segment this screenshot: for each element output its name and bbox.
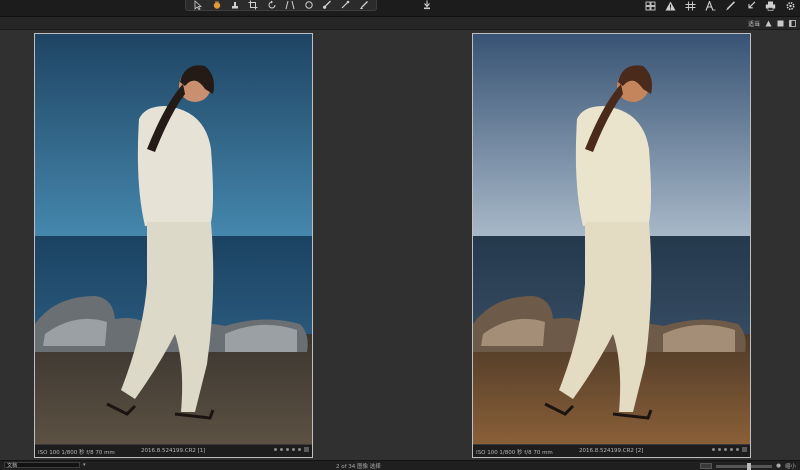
chevron-down-icon[interactable]: ▾ [83,462,86,468]
pen-button[interactable] [720,0,740,11]
left-photo-caption: ISO 100 1/800 秒 f/8 70 mm 2016.8.524199.… [35,444,312,457]
file-name: 2016.8.524199.CR2 [1] [141,448,206,454]
panel-icon [789,19,796,27]
settings-button[interactable] [780,0,800,11]
right-toolbar [640,0,800,11]
fit-label[interactable]: 适当 [748,19,760,28]
keystone-icon [285,0,295,10]
grid-view-button[interactable] [640,0,660,11]
right-photo-panel[interactable]: ISO 100 1/800 秒 f/8 70 mm 2016.8.524199.… [472,33,751,458]
compress-icon [747,0,755,8]
rating-dots[interactable] [274,447,309,452]
file-name: 2016.8.524199.CR2 [2] [579,448,644,454]
exif-info: ISO 100 1/800 秒 f/8 70 mm [38,450,115,456]
panel-toggle[interactable] [789,19,796,27]
settings-icon [785,1,795,10]
cursor-tool-group [185,0,377,11]
grid-icon [685,1,695,10]
hand-tool[interactable] [210,0,224,10]
eyedropper-icon [341,0,350,9]
rating-dots[interactable] [712,447,747,452]
keystone-tool[interactable] [283,0,297,10]
right-photo [473,34,750,445]
warning-icon [665,1,675,10]
rotate-tool[interactable] [265,0,279,10]
grid-button[interactable] [680,0,700,11]
import-button[interactable] [421,0,433,11]
zoom-slider[interactable] [716,462,773,470]
brush-tool[interactable] [320,0,334,10]
viewer-subbar: 适当 [0,17,800,30]
print-button[interactable] [760,0,780,11]
eraser-icon [359,1,368,9]
square-icon [777,20,784,26]
main-toolbar [0,0,800,17]
left-photo-panel[interactable]: ISO 100 1/800 秒 f/8 70 mm 2016.8.524199.… [34,33,313,458]
stamp-tool[interactable] [228,0,242,10]
eyedropper-tool[interactable] [338,0,352,10]
left-photo [35,34,312,445]
text-icon [704,0,715,11]
overlay-toggle[interactable] [777,20,784,27]
rotate-icon [268,0,276,9]
exif-info: ISO 100 1/800 秒 f/8 70 mm [476,450,553,456]
crop-icon [248,0,258,10]
pen-icon [725,0,735,10]
brush-icon [322,0,331,9]
warning-button[interactable] [660,0,680,11]
text-button[interactable] [700,0,720,11]
cursor-icon [194,0,203,10]
print-icon [765,1,775,11]
zoom-knob[interactable] [747,462,752,470]
zoom-icon[interactable]: ● [776,463,781,469]
warning-small-icon [765,20,772,26]
hand-icon [213,1,220,9]
circle-icon [304,1,313,9]
viewer-options: 适当 [748,17,796,29]
zoom-fit-button[interactable] [700,463,713,469]
circle-tool[interactable] [302,0,316,10]
view-select[interactable]: 文档 [4,462,80,469]
eraser-tool[interactable] [357,0,371,10]
proof-toggle[interactable] [765,20,772,27]
compare-viewer: ISO 100 1/800 秒 f/8 70 mm 2016.8.524199.… [0,30,800,460]
crop-tool[interactable] [246,0,260,10]
import-icon [424,0,430,10]
compress-button[interactable] [740,0,760,11]
stamp-icon [231,2,238,9]
cursor-tool[interactable] [191,0,205,10]
right-photo-caption: ISO 100 1/800 秒 f/8 70 mm 2016.8.524199.… [473,444,750,457]
grid-view-icon [645,1,655,10]
view-mode: 文档 ▾ [4,462,86,469]
